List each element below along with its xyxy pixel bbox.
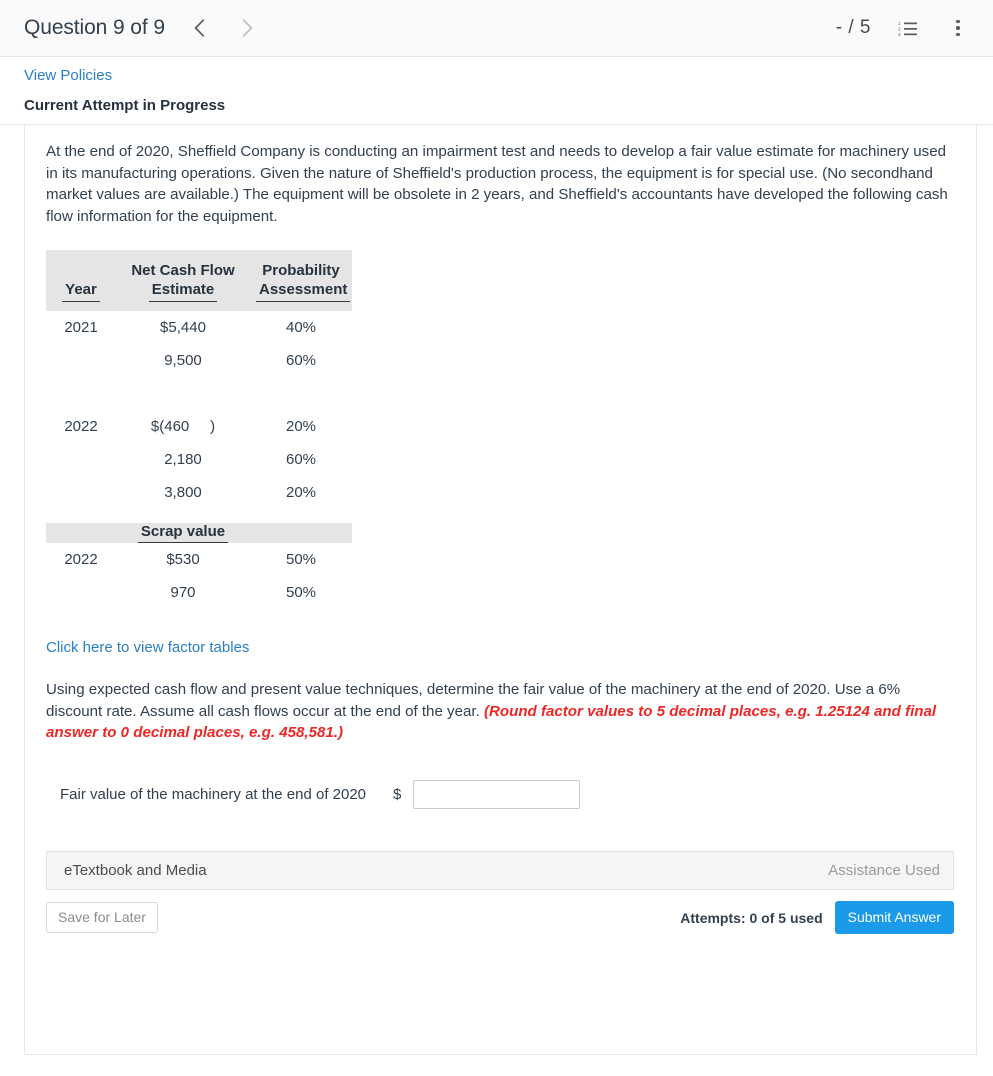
column-header-prob-line2: Assessment bbox=[256, 280, 351, 302]
top-header-bar: Question 9 of 9 - / 5 1 2 3 bbox=[0, 0, 993, 57]
view-policies-link[interactable]: View Policies bbox=[24, 67, 112, 84]
table-row: 9,500 60% bbox=[46, 343, 352, 377]
cash-flow-table: Year Net Cash Flow Estimate Probability … bbox=[46, 249, 352, 509]
cell-year-empty bbox=[46, 442, 116, 476]
column-header-year-text: Year bbox=[62, 280, 100, 302]
scrap-value-table-body: 2022 $530 50% 970 50% bbox=[46, 542, 352, 609]
etextbook-label[interactable]: eTextbook and Media bbox=[64, 862, 207, 879]
column-header-scrap-value: Scrap value bbox=[116, 522, 250, 543]
footer-right-group: Attempts: 0 of 5 used Submit Answer bbox=[680, 900, 954, 935]
cell-amount: 970 bbox=[116, 575, 250, 609]
assistance-used-label: Assistance Used bbox=[828, 861, 940, 879]
cell-amount: 3,800 bbox=[116, 475, 250, 509]
cell-probability: 40% bbox=[250, 310, 352, 344]
cell-amount: $5,440 bbox=[116, 310, 250, 344]
cell-probability: 50% bbox=[250, 542, 352, 576]
svg-text:3: 3 bbox=[898, 32, 901, 37]
cell-year: 2021 bbox=[46, 310, 116, 344]
cell-year: 2022 bbox=[46, 409, 116, 443]
chevron-left-icon[interactable] bbox=[187, 15, 213, 41]
vertical-dots-menu-icon[interactable] bbox=[945, 15, 971, 41]
policies-section: View Policies Current Attempt in Progres… bbox=[0, 57, 993, 124]
cell-amount: 2,180 bbox=[116, 442, 250, 476]
cash-flow-table-body: 2021 $5,440 40% 9,500 60% 2022 $(460 ) 2… bbox=[46, 310, 352, 509]
svg-text:2: 2 bbox=[898, 26, 901, 31]
view-factor-tables-link[interactable]: Click here to view factor tables bbox=[46, 639, 249, 656]
currency-symbol: $ bbox=[393, 785, 402, 803]
table-row: 2022 $530 50% bbox=[46, 542, 352, 576]
column-header-year: Year bbox=[46, 249, 116, 311]
column-header-net-cash-flow: Net Cash Flow Estimate bbox=[116, 249, 250, 311]
answer-label: Fair value of the machinery at the end o… bbox=[60, 785, 367, 803]
page-title: Question 9 of 9 bbox=[24, 16, 165, 39]
submit-answer-button[interactable]: Submit Answer bbox=[834, 900, 954, 935]
table-spacer-row bbox=[46, 376, 352, 410]
cell-year: 2022 bbox=[46, 542, 116, 576]
chevron-right-icon[interactable] bbox=[235, 15, 261, 41]
numbered-list-icon[interactable]: 1 2 3 bbox=[895, 15, 921, 41]
score-display: - / 5 bbox=[835, 17, 871, 38]
scrap-header-blank-left bbox=[46, 522, 116, 543]
cell-amount: $530 bbox=[116, 542, 250, 576]
cell-probability: 60% bbox=[250, 343, 352, 377]
instructions-text: Using expected cash flow and present val… bbox=[46, 679, 954, 744]
cell-year-empty bbox=[46, 575, 116, 609]
cell-year-empty bbox=[46, 343, 116, 377]
table-row: 970 50% bbox=[46, 575, 352, 609]
cell-probability: 20% bbox=[250, 409, 352, 443]
table-row: 2,180 60% bbox=[46, 442, 352, 476]
save-for-later-button[interactable]: Save for Later bbox=[46, 901, 158, 934]
cash-flow-table-header: Year Net Cash Flow Estimate Probability … bbox=[46, 249, 352, 311]
cell-year-empty bbox=[46, 475, 116, 509]
column-header-scrap-value-text: Scrap value bbox=[137, 523, 229, 543]
question-panel: At the end of 2020, Sheffield Company is… bbox=[24, 125, 977, 1055]
cell-amount: 9,500 bbox=[116, 343, 250, 377]
scrap-value-table: Scrap value 2022 $530 50% 970 50% bbox=[46, 522, 352, 609]
svg-text:1: 1 bbox=[898, 20, 901, 25]
scrap-value-table-header: Scrap value bbox=[46, 522, 352, 543]
attempt-status-label: Current Attempt in Progress bbox=[24, 97, 226, 114]
cell-probability: 50% bbox=[250, 575, 352, 609]
table-row: 2021 $5,440 40% bbox=[46, 310, 352, 344]
column-header-ncf-line2: Estimate bbox=[148, 280, 218, 302]
column-header-ncf-line1: Net Cash Flow bbox=[131, 261, 235, 279]
scrap-header-blank-right bbox=[250, 522, 352, 543]
table-row: 2022 $(460 ) 20% bbox=[46, 409, 352, 443]
cell-probability: 20% bbox=[250, 475, 352, 509]
cell-probability: 60% bbox=[250, 442, 352, 476]
question-body-text: At the end of 2020, Sheffield Company is… bbox=[46, 143, 948, 226]
fair-value-input[interactable] bbox=[413, 779, 581, 809]
attempts-counter: Attempts: 0 of 5 used bbox=[680, 909, 823, 926]
answer-row: Fair value of the machinery at the end o… bbox=[46, 779, 954, 809]
etextbook-and-media-bar[interactable]: eTextbook and Media Assistance Used bbox=[46, 850, 954, 890]
table-row: 3,800 20% bbox=[46, 475, 352, 509]
header-right-controls: - / 5 1 2 3 bbox=[836, 15, 971, 41]
question-navigation bbox=[187, 15, 261, 41]
column-header-prob-line1: Probability bbox=[262, 261, 340, 279]
cell-amount: $(460 ) bbox=[116, 409, 250, 443]
column-header-probability: Probability Assessment bbox=[250, 249, 352, 311]
footer-actions: Save for Later Attempts: 0 of 5 used Sub… bbox=[46, 900, 954, 948]
